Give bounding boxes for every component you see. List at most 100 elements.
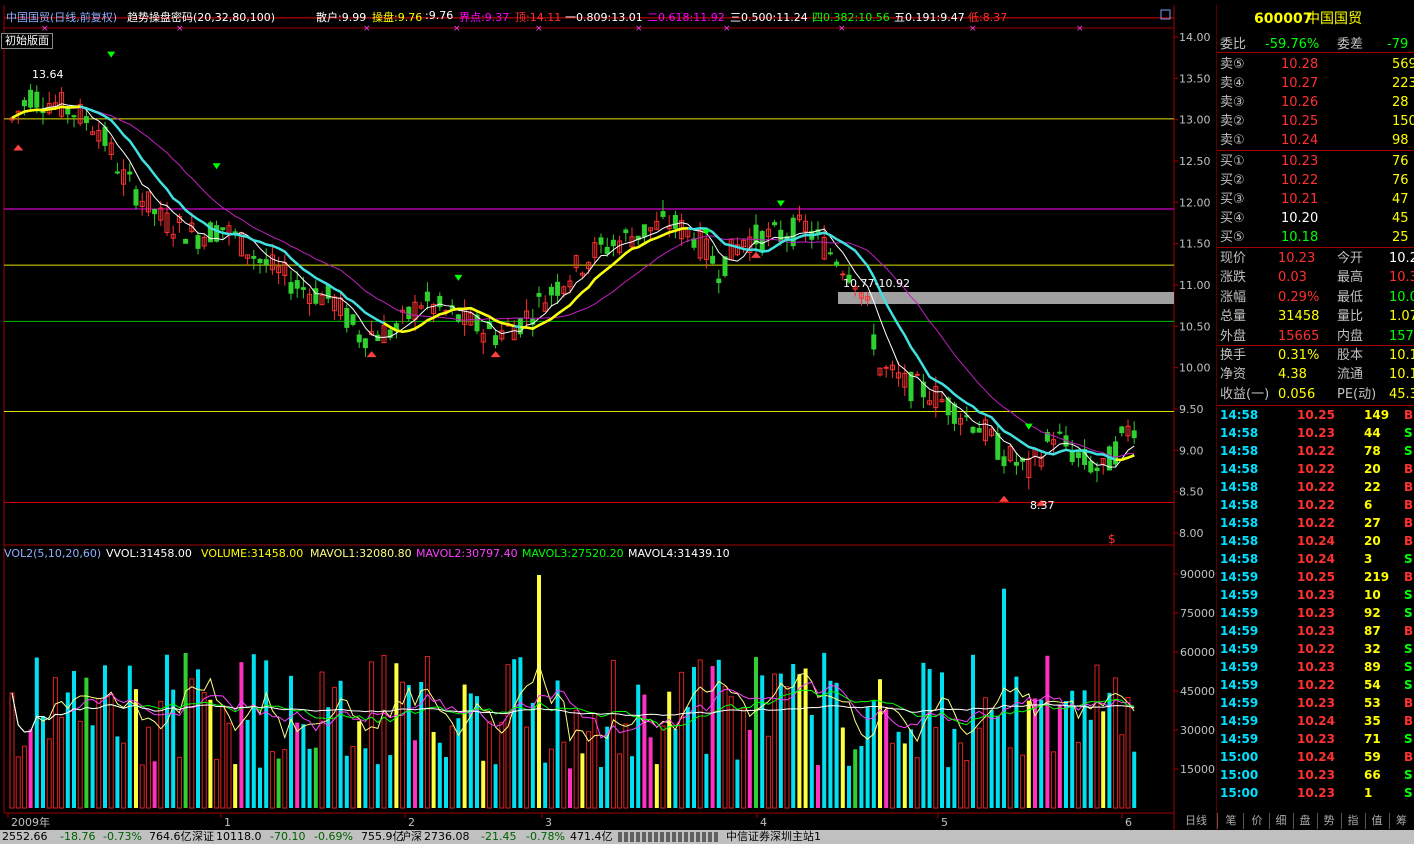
trade-direction: B <box>1404 480 1414 494</box>
volume-bar <box>865 707 870 808</box>
trade-price: 10.23 <box>1297 696 1335 710</box>
candle-body <box>83 116 89 124</box>
volume-bar <box>884 709 889 808</box>
top-tick-mark: × <box>838 24 846 34</box>
trade-direction: S <box>1404 678 1413 692</box>
top-tick-mark: × <box>969 24 977 34</box>
volume-bar <box>784 686 790 809</box>
candle-body <box>251 255 257 259</box>
volume-bar <box>152 761 157 808</box>
trade-volume: 71 <box>1364 732 1381 746</box>
trade-time: 14:58 <box>1220 408 1259 422</box>
stock-name: 中国国贸(日线,前复权) <box>6 11 118 24</box>
stat-label: 净资 <box>1220 367 1247 383</box>
trade-row: 14:59 10.23 87 B <box>1217 622 1414 640</box>
volume-bar <box>958 742 964 809</box>
up-arrow-icon <box>999 495 1009 502</box>
volume-bar <box>548 748 554 809</box>
volume-bar <box>505 664 511 809</box>
bid-row: 买① 10.23 76 <box>1217 152 1414 171</box>
trade-price: 10.23 <box>1297 768 1335 782</box>
volume-bar <box>59 716 65 809</box>
trade-volume: 54 <box>1364 678 1381 692</box>
volume-bar <box>654 764 659 808</box>
tab-8[interactable]: 筹 <box>1389 813 1414 829</box>
volume-bar <box>995 715 1000 808</box>
price-tick-label: 9.50 <box>1179 403 1204 416</box>
title-item-6: 二0.618:11.92 <box>647 11 725 24</box>
volume-bar <box>642 694 647 808</box>
stat-label: PE(动) <box>1337 386 1377 402</box>
volume-bar <box>1101 711 1106 808</box>
volume-bar <box>208 699 213 808</box>
ma-white-line <box>11 103 1135 468</box>
bid-price: 10.23 <box>1281 154 1319 169</box>
price-axis: 14.00 13.50 13.00 12.50 12.00 11.50 11.00 10.50… <box>1174 31 1211 540</box>
trade-time: 14:59 <box>1220 624 1259 638</box>
trade-price: 10.23 <box>1297 606 1335 620</box>
trade-row: 14:59 10.23 71 S <box>1217 730 1414 748</box>
trade-volume: 20 <box>1364 462 1381 476</box>
candle-body <box>1013 461 1019 466</box>
tab-2[interactable]: 价 <box>1245 813 1270 829</box>
ask-label: 卖① <box>1220 133 1245 148</box>
candle-body <box>827 252 833 255</box>
trade-row: 14:58 10.22 6 B <box>1217 496 1414 514</box>
candle-body <box>344 308 350 328</box>
trade-row: 14:58 10.22 20 B <box>1217 460 1414 478</box>
trade-row: 14:59 10.22 54 S <box>1217 676 1414 694</box>
volume-bar <box>580 753 585 808</box>
volume-bar <box>1119 734 1125 809</box>
tab-1[interactable]: 笔 <box>1219 813 1244 829</box>
volume-bar <box>964 759 970 809</box>
volume-bar <box>313 747 318 808</box>
trade-time: 14:58 <box>1220 462 1259 476</box>
volume-bar <box>599 767 603 808</box>
price-tick-label: 13.00 <box>1179 114 1211 127</box>
trade-time: 15:00 <box>1220 786 1259 800</box>
trade-time: 15:00 <box>1220 768 1259 782</box>
down-arrow-icon <box>107 51 116 58</box>
ask-price: 10.27 <box>1281 76 1319 91</box>
trade-volume: 53 <box>1364 696 1381 710</box>
stat-label: 外盘 <box>1220 328 1247 344</box>
tab-4[interactable]: 盘 <box>1293 813 1318 829</box>
trade-row: 14:58 10.22 27 B <box>1217 514 1414 532</box>
volume-bar <box>648 737 653 808</box>
volume-bar <box>34 657 39 808</box>
volume-bar <box>220 704 226 809</box>
volume-bar <box>108 693 114 809</box>
trade-row: 14:59 10.23 92 S <box>1217 604 1414 622</box>
kline-chart[interactable]: 14.00 13.50 13.00 12.50 12.00 11.50 11.00 10.50… <box>0 0 1217 830</box>
volume-bar <box>375 764 380 808</box>
volume-bar <box>394 663 399 808</box>
up-arrow-icon <box>366 351 377 358</box>
candle-body <box>257 258 263 263</box>
tab-6[interactable]: 指 <box>1341 813 1366 829</box>
tab-3[interactable]: 细 <box>1269 813 1294 829</box>
stat-label: 涨跌 <box>1220 270 1247 286</box>
volume-bar <box>543 762 548 808</box>
hs-label: 沪深 <box>400 830 422 843</box>
price-tick-label: 10.00 <box>1179 362 1211 375</box>
trade-price: 10.23 <box>1297 732 1335 746</box>
tab-7[interactable]: 值 <box>1365 813 1390 829</box>
volume-bar <box>72 671 76 808</box>
candle-body <box>437 295 443 308</box>
initial-layout-button[interactable]: 初始版面 <box>1 33 53 49</box>
sh-pct: -0.73% <box>103 830 142 843</box>
volume-bar <box>561 741 567 809</box>
volume-bar <box>486 721 492 809</box>
top-tick-mark: × <box>176 24 184 34</box>
trade-volume: 22 <box>1364 480 1381 494</box>
tab-5[interactable]: 势 <box>1317 813 1342 829</box>
stat-value: 1.07 <box>1389 309 1414 325</box>
candle-body <box>548 286 554 296</box>
tab-0[interactable]: 日线 <box>1175 813 1218 829</box>
volume-bar <box>530 702 535 808</box>
volume-bar <box>1113 677 1119 809</box>
volume-bar <box>363 748 368 808</box>
volume-bar <box>754 657 758 808</box>
volume-bar <box>189 678 195 809</box>
volume-bar <box>52 677 58 809</box>
